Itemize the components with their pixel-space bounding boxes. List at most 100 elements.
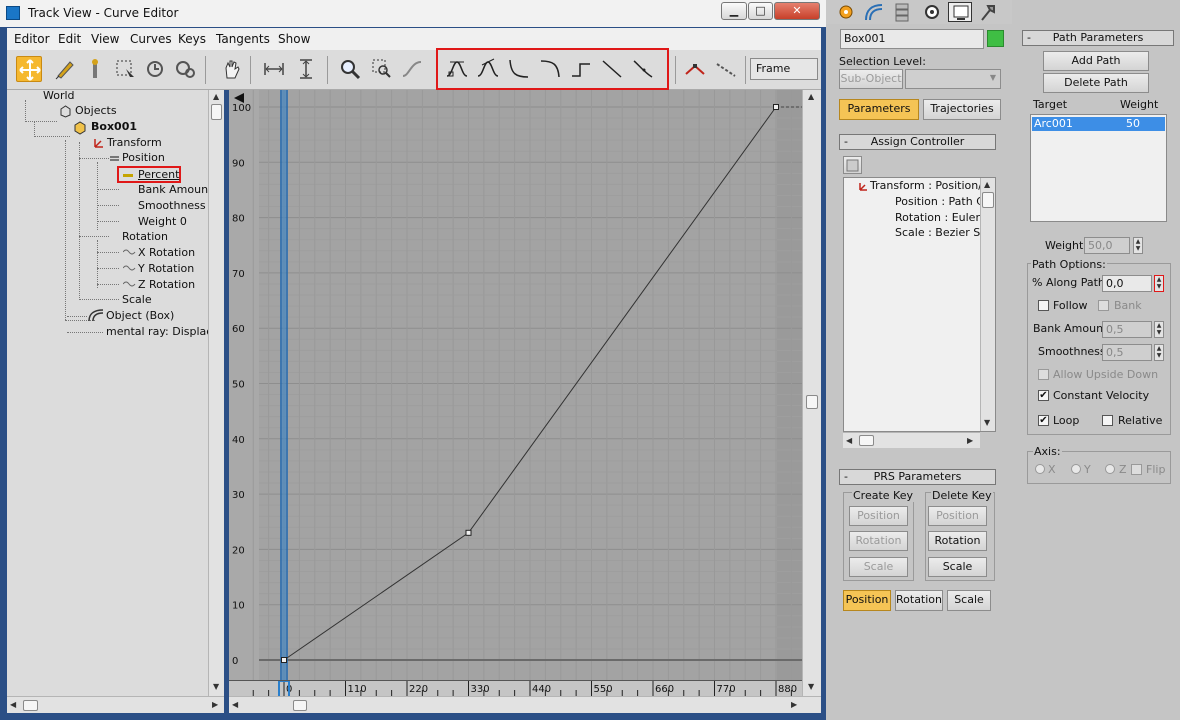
object-name-field[interactable]: Box001 [840, 29, 984, 49]
axis-x-radio[interactable] [1035, 464, 1045, 474]
allow-upside-down-checkbox[interactable] [1038, 369, 1049, 380]
along-path-field[interactable]: 0,0 [1102, 275, 1152, 292]
relative-checkbox[interactable] [1102, 415, 1113, 426]
tree-smoothness[interactable]: Smoothness [138, 199, 206, 212]
assign-controller-rollout[interactable]: - Assign Controller [839, 134, 996, 150]
graph-horizontal-scrollbar[interactable]: ◀ ▶ [229, 696, 821, 713]
scroll-left-icon[interactable]: ◀ [232, 700, 238, 709]
add-path-button[interactable]: Add Path [1043, 51, 1149, 71]
maximize-button[interactable]: □ [748, 2, 773, 20]
scroll-right-icon[interactable]: ▶ [967, 436, 973, 445]
menu-keys[interactable]: Keys [178, 32, 206, 46]
tangent-step-icon[interactable] [568, 56, 594, 82]
rotation-tab-button[interactable]: Rotation [895, 590, 943, 611]
hierarchy-icon[interactable] [890, 2, 914, 22]
title-bar[interactable]: Track View - Curve Editor ▁ □ ✕ [0, 0, 826, 27]
loop-checkbox[interactable]: ✔ [1038, 415, 1049, 426]
bank-checkbox[interactable] [1098, 300, 1109, 311]
follow-checkbox[interactable] [1038, 300, 1049, 311]
tangent-auto-icon[interactable] [444, 56, 470, 82]
curve-graph[interactable]: 100 90 80 70 60 50 40 30 20 10 0 [229, 90, 802, 680]
display-icon[interactable] [948, 2, 972, 22]
controller-tree-scrollbar[interactable]: ▲ ▼ [980, 178, 995, 431]
sub-object-dropdown[interactable]: ▼ [905, 69, 1001, 89]
scroll-right-icon[interactable]: ▶ [791, 700, 797, 709]
scroll-down-icon[interactable]: ▼ [808, 682, 814, 691]
tree-z-rotation[interactable]: Z Rotation [138, 278, 195, 291]
target-list[interactable]: Arc001 50 [1030, 114, 1167, 222]
ctrl-position[interactable]: Position : Path Co [895, 195, 991, 208]
prs-parameters-rollout[interactable]: - PRS Parameters [839, 469, 996, 485]
graph-vertical-scrollbar[interactable]: ▲ ▼ [802, 90, 821, 696]
scroll-up-icon[interactable]: ▲ [213, 92, 219, 101]
bank-amount-spinner[interactable]: ▲ ▼ [1154, 321, 1164, 338]
tree-position[interactable]: Position [122, 151, 165, 164]
tree-rotation[interactable]: Rotation [122, 230, 168, 243]
minimize-button[interactable]: ▁ [721, 2, 747, 20]
along-path-spinner[interactable]: ▲ ▼ [1154, 275, 1164, 292]
move-keys-icon[interactable] [16, 56, 42, 82]
tree-mental-ray[interactable]: mental ray: Displacer [106, 325, 208, 338]
scroll-down-icon[interactable]: ▼ [213, 682, 219, 691]
unify-tangents-icon[interactable] [713, 56, 739, 82]
retime-icon[interactable] [142, 56, 168, 82]
tree-bank-amount[interactable]: Bank Amount [138, 183, 208, 196]
tree-hscroll-thumb[interactable] [23, 700, 38, 711]
tree-objects[interactable]: Objects [75, 104, 117, 117]
delete-path-button[interactable]: Delete Path [1043, 73, 1149, 93]
tangent-fast-icon[interactable] [506, 56, 532, 82]
ctrl-transform[interactable]: Transform : Position/ [870, 179, 982, 192]
tree-transform[interactable]: Transform [107, 136, 162, 149]
scroll-up-icon[interactable]: ▲ [808, 92, 814, 101]
break-tangents-icon[interactable] [682, 56, 708, 82]
utilities-icon[interactable] [976, 2, 1000, 22]
graph-hscroll-thumb[interactable] [293, 700, 307, 711]
delete-key-scale-button[interactable]: Scale [928, 557, 987, 577]
weight-spinner[interactable]: ▲ ▼ [1133, 237, 1143, 254]
scroll-right-icon[interactable]: ▶ [212, 700, 218, 709]
add-keys-icon[interactable] [82, 56, 108, 82]
tangent-slow-icon[interactable] [537, 56, 563, 82]
assign-controller-button[interactable] [843, 156, 862, 174]
tree-weight[interactable]: Weight 0 [138, 215, 187, 228]
smoothness-spinner[interactable]: ▲ ▼ [1154, 344, 1164, 361]
scale-tab-button[interactable]: Scale [947, 590, 991, 611]
zoom-region-icon[interactable] [369, 56, 395, 82]
create-key-position-button[interactable]: Position [849, 506, 908, 526]
tree-y-rotation[interactable]: Y Rotation [138, 262, 194, 275]
tangent-custom-icon[interactable] [475, 56, 501, 82]
menu-show[interactable]: Show [278, 32, 310, 46]
tree-vertical-scrollbar[interactable]: ▲ ▼ [208, 90, 224, 696]
create-key-scale-button[interactable]: Scale [849, 557, 908, 577]
frame-ruler[interactable]: 0 110 220 330 440 550 660 770 880 [229, 680, 802, 697]
fit-horizontal-icon[interactable] [261, 56, 287, 82]
flip-checkbox[interactable] [1131, 464, 1142, 475]
graph-scroll-thumb[interactable] [806, 395, 818, 409]
position-tab-button[interactable]: Position [843, 590, 891, 611]
ctrl-scale[interactable]: Scale : Bezier Sca [895, 226, 993, 239]
tangent-smooth-icon[interactable] [630, 56, 656, 82]
smoothness-field[interactable]: 0,5 [1102, 344, 1152, 361]
target-row-selected[interactable]: Arc001 50 [1032, 117, 1165, 131]
ctrl-rotation[interactable]: Rotation : Euler X [895, 211, 991, 224]
tree-scale[interactable]: Scale [122, 293, 152, 306]
tangent-linear-icon[interactable] [599, 56, 625, 82]
tree-object-box[interactable]: Object (Box) [106, 309, 174, 322]
isolate-curve-icon[interactable] [399, 56, 425, 82]
scroll-thumb[interactable] [859, 435, 874, 446]
delete-key-position-button[interactable]: Position [928, 506, 987, 526]
tree-scroll-thumb[interactable] [211, 104, 222, 120]
object-color-swatch[interactable] [987, 30, 1004, 47]
tree-box001[interactable]: Box001 [91, 120, 137, 133]
controller-tree-list[interactable]: Transform : Position/ Position : Path Co… [843, 177, 996, 433]
menu-curves[interactable]: Curves [130, 32, 172, 46]
modify-icon[interactable] [862, 2, 886, 22]
axis-y-radio[interactable] [1071, 464, 1081, 474]
motion-icon[interactable] [920, 2, 944, 22]
parameters-button[interactable]: Parameters [839, 99, 919, 120]
fit-vertical-icon[interactable] [293, 56, 319, 82]
create-icon[interactable] [834, 2, 858, 22]
controller-tree-hscroll[interactable]: ◀ ▶ [843, 432, 980, 448]
scroll-left-icon[interactable]: ◀ [10, 700, 16, 709]
menu-edit[interactable]: Edit [58, 32, 81, 46]
